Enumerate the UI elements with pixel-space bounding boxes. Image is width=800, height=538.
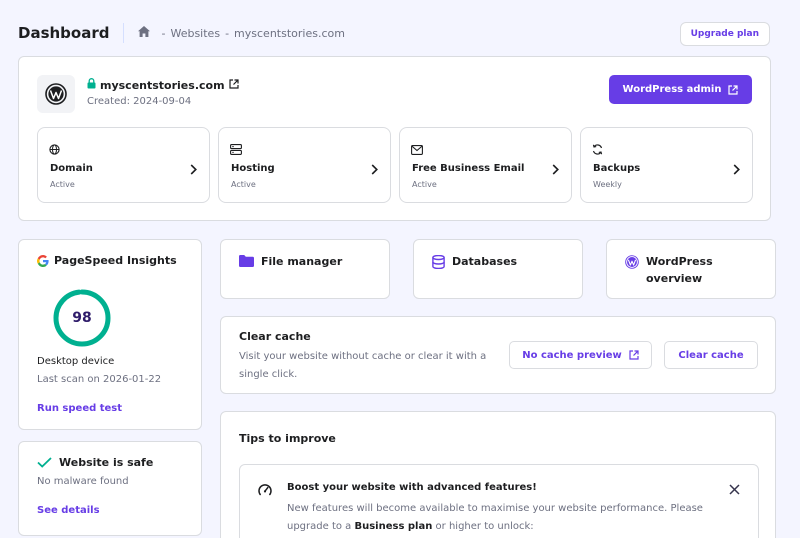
site-created-date: Created: 2024-09-04	[87, 96, 192, 107]
score-value: 98	[72, 310, 92, 326]
security-title: Website is safe	[37, 456, 153, 469]
site-domain: myscentstories.com	[87, 78, 239, 92]
databases-label: Databases	[452, 255, 518, 268]
upgrade-plan-button[interactable]: Upgrade plan	[679, 22, 770, 46]
tips-card: Tips to improve Boost your website with …	[220, 411, 776, 538]
service-status: Active	[50, 180, 75, 189]
chevron-right-icon	[733, 160, 740, 179]
pagespeed-title: PageSpeed Insights	[37, 254, 177, 267]
service-tile-domain[interactable]: Domain Active	[37, 127, 210, 203]
wordpress-logo-icon	[37, 75, 75, 113]
device-label: Desktop device	[37, 356, 115, 367]
last-scan-date: Last scan on 2026-01-22	[37, 374, 162, 385]
service-tile-hosting[interactable]: Hosting Active	[218, 127, 391, 203]
file-manager-label: File manager	[261, 255, 343, 268]
site-domain-text[interactable]: myscentstories.com	[100, 79, 225, 92]
tip-item: Boost your website with advanced feature…	[239, 464, 759, 538]
folder-icon	[239, 255, 254, 267]
see-details-link[interactable]: See details	[37, 505, 100, 516]
chevron-right-icon	[552, 160, 559, 179]
file-manager-card[interactable]: File manager	[220, 239, 390, 299]
security-card: Website is safe No malware found See det…	[18, 441, 202, 536]
service-status: Active	[412, 180, 437, 189]
service-title: Hosting	[231, 163, 275, 174]
close-icon[interactable]	[729, 480, 740, 499]
cache-card: Clear cache Visit your website without c…	[220, 316, 776, 394]
external-link-icon	[629, 350, 639, 360]
site-overview-card: myscentstories.com Created: 2024-09-04 W…	[18, 56, 771, 221]
server-icon	[230, 140, 242, 159]
speedometer-icon	[258, 481, 272, 500]
wordpress-icon	[625, 255, 639, 269]
no-cache-preview-label: No cache preview	[522, 349, 622, 361]
databases-card[interactable]: Databases	[413, 239, 583, 299]
security-status: No malware found	[37, 476, 129, 487]
wordpress-admin-button[interactable]: WordPress admin	[609, 75, 752, 104]
database-icon	[432, 255, 445, 269]
globe-icon	[49, 140, 60, 159]
wordpress-overview-card[interactable]: WordPress overview	[606, 239, 776, 299]
top-bar: Dashboard - Websites - myscentstories.co…	[18, 18, 770, 48]
page-title: Dashboard	[18, 24, 110, 42]
title-divider	[123, 23, 125, 43]
breadcrumb-site: myscentstories.com	[234, 26, 345, 40]
service-status: Weekly	[593, 180, 622, 189]
pagespeed-card: PageSpeed Insights 98 Desktop device Las…	[18, 239, 202, 430]
tips-title: Tips to improve	[239, 432, 336, 445]
chevron-right-icon	[190, 160, 197, 179]
mail-icon	[411, 140, 423, 159]
pagespeed-title-text: PageSpeed Insights	[54, 254, 177, 267]
wordpress-overview-label: WordPress overview	[646, 255, 713, 285]
service-status: Active	[231, 180, 256, 189]
service-title: Free Business Email	[412, 163, 525, 174]
lock-icon	[87, 78, 96, 92]
breadcrumb: - Websites - myscentstories.com	[138, 26, 345, 40]
breadcrumb-websites[interactable]: Websites	[170, 27, 220, 40]
external-link-icon	[728, 84, 739, 95]
external-link-icon[interactable]	[228, 78, 239, 92]
tip-title: Boost your website with advanced feature…	[287, 482, 537, 493]
service-tile-email[interactable]: Free Business Email Active	[399, 127, 572, 203]
cache-description: Visit your website without cache or clea…	[239, 351, 487, 380]
tip-body: New features will become available to ma…	[287, 503, 703, 532]
clear-cache-button[interactable]: Clear cache	[664, 341, 758, 369]
wordpress-admin-label: WordPress admin	[622, 84, 722, 95]
business-plan-label: Business plan	[354, 521, 433, 532]
cache-title: Clear cache	[239, 330, 311, 343]
no-cache-preview-button[interactable]: No cache preview	[509, 341, 652, 369]
google-icon	[37, 254, 49, 267]
home-icon[interactable]	[138, 26, 151, 40]
service-title: Domain	[50, 163, 93, 174]
service-title: Backups	[593, 163, 641, 174]
service-tile-backups[interactable]: Backups Weekly	[580, 127, 753, 203]
check-icon	[37, 457, 52, 468]
chevron-right-icon	[371, 160, 378, 179]
security-title-text: Website is safe	[59, 456, 154, 469]
sync-icon	[592, 140, 603, 159]
run-speed-test-link[interactable]: Run speed test	[37, 403, 122, 414]
